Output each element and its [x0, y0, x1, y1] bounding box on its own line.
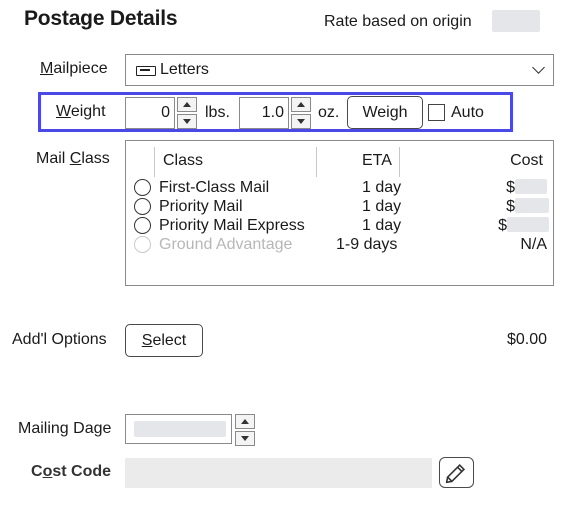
- weight-label: Weight: [56, 103, 106, 120]
- class-eta: 1 day: [362, 217, 402, 234]
- auto-label: Auto: [451, 104, 484, 121]
- column-header-eta[interactable]: ETA: [362, 152, 392, 170]
- options-amount: $0.00: [507, 331, 548, 348]
- class-cost: $: [506, 198, 549, 216]
- class-eta: 1 day: [362, 179, 402, 196]
- weight-lbs-input[interactable]: 0: [125, 97, 175, 129]
- page-title: Postage Details: [24, 7, 178, 30]
- envelope-icon: [136, 66, 156, 76]
- mail-class-list[interactable]: Class ETA Cost First-Class Mail 1 day $ …: [125, 140, 554, 286]
- radio-button: [134, 236, 151, 253]
- mailing-date-spinner[interactable]: [235, 414, 255, 446]
- addl-options-label: Add'l Options: [12, 331, 107, 348]
- weigh-button[interactable]: Weigh: [347, 96, 423, 129]
- mailing-date-label: Mailing Dage: [18, 420, 112, 437]
- column-divider: [316, 147, 317, 177]
- column-header-cost[interactable]: Cost: [510, 152, 543, 170]
- column-divider: [399, 147, 400, 177]
- oz-up-arrow-icon[interactable]: [291, 97, 311, 112]
- weight-oz-spinner[interactable]: [291, 97, 311, 129]
- column-divider: [154, 147, 155, 177]
- class-eta: 1-9 days: [336, 236, 398, 253]
- class-cost: $: [506, 179, 547, 197]
- mailing-date-value: [134, 421, 226, 437]
- mail-class-label: Mail Class: [36, 150, 110, 167]
- weight-lbs-spinner[interactable]: [177, 97, 197, 129]
- pencil-icon: [445, 463, 466, 484]
- rate-origin-value: [492, 10, 540, 32]
- oz-down-arrow-icon[interactable]: [291, 114, 311, 129]
- column-header-class[interactable]: Class: [163, 152, 203, 170]
- class-eta: 1 day: [362, 198, 402, 215]
- class-name: Priority Mail: [159, 198, 243, 215]
- mail-class-row-priority-express[interactable]: Priority Mail Express 1 day $: [126, 217, 553, 236]
- class-name: Ground Advantage: [159, 236, 293, 253]
- chevron-down-icon: [532, 61, 545, 74]
- lbs-down-arrow-icon[interactable]: [177, 114, 197, 129]
- weight-oz-input[interactable]: 1.0: [239, 97, 289, 129]
- mail-class-row-first-class[interactable]: First-Class Mail 1 day $: [126, 179, 553, 198]
- select-options-button[interactable]: Select: [125, 324, 203, 357]
- radio-button[interactable]: [134, 179, 151, 196]
- edit-cost-code-button[interactable]: [439, 457, 474, 488]
- date-down-arrow-icon[interactable]: [235, 431, 255, 446]
- weight-lbs-unit: lbs.: [205, 104, 230, 121]
- mailpiece-label: Mailpiece: [40, 60, 108, 77]
- class-cost: $: [498, 217, 549, 235]
- date-up-arrow-icon[interactable]: [235, 414, 255, 429]
- mailpiece-select[interactable]: Letters: [125, 54, 554, 86]
- class-name: Priority Mail Express: [159, 217, 305, 234]
- cost-code-input[interactable]: [125, 458, 432, 488]
- mail-class-row-priority[interactable]: Priority Mail 1 day $: [126, 198, 553, 217]
- class-cost: N/A: [520, 236, 547, 253]
- lbs-up-arrow-icon[interactable]: [177, 97, 197, 112]
- class-name: First-Class Mail: [159, 179, 270, 196]
- radio-button[interactable]: [134, 217, 151, 234]
- weight-oz-unit: oz.: [318, 104, 340, 121]
- mailpiece-value: Letters: [160, 61, 209, 78]
- auto-checkbox[interactable]: [428, 104, 445, 121]
- cost-code-label: Cost Code: [31, 463, 112, 480]
- mailing-date-input[interactable]: [125, 414, 232, 444]
- radio-button[interactable]: [134, 198, 151, 215]
- mail-class-row-ground-advantage: Ground Advantage 1-9 days N/A: [126, 236, 553, 255]
- rate-origin-label: Rate based on origin: [324, 13, 472, 30]
